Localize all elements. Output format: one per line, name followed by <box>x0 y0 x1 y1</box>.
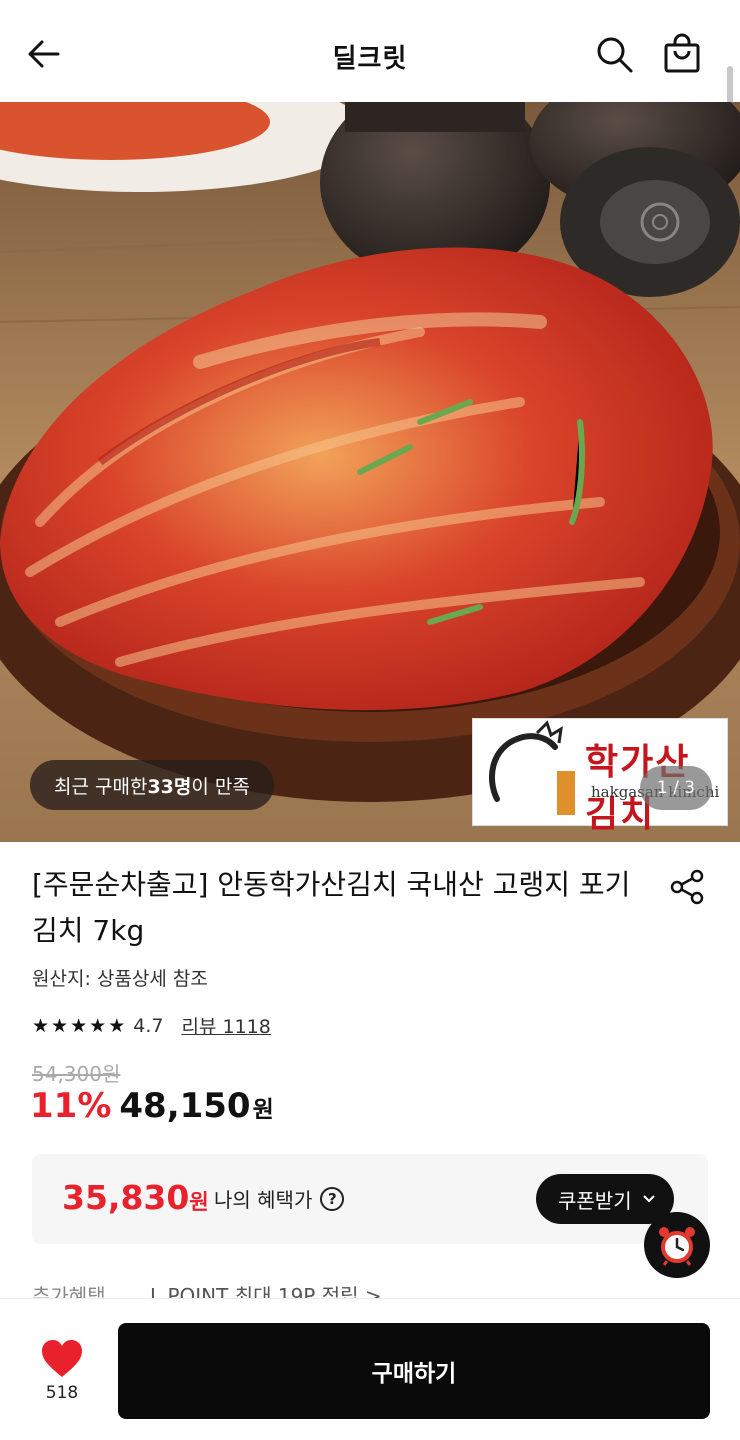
my-benefit-price-box: 35,830원 나의 혜택가 ? 쿠폰받기 <box>32 1154 708 1244</box>
chevron-down-icon <box>642 1195 655 1203</box>
benefit-price: 35,830원 <box>62 1178 209 1217</box>
star-icon: ★ <box>51 1014 69 1037</box>
sale-price: 48,150 <box>119 1086 251 1126</box>
search-icon[interactable] <box>594 34 636 76</box>
satisfaction-prefix: 최근 구매한 <box>54 775 148 798</box>
star-rating: ★ ★ ★ ★ ★ <box>32 1015 125 1037</box>
satisfaction-count: 33명 <box>147 775 192 798</box>
get-coupon-button[interactable]: 쿠폰받기 <box>536 1174 674 1224</box>
satisfaction-suffix: 이 만족 <box>191 775 250 798</box>
top-app-bar: 딜크릿 <box>0 0 740 102</box>
star-icon: ★ <box>89 1014 107 1037</box>
star-icon: ★ <box>108 1014 126 1037</box>
benefit-label-text: 나의 혜택가 <box>214 1188 313 1212</box>
star-icon: ★ <box>32 1014 50 1037</box>
help-icon[interactable]: ? <box>320 1186 345 1211</box>
like-count: 518 <box>45 1383 79 1403</box>
star-icon: ★ <box>70 1014 88 1037</box>
alarm-clock-button[interactable] <box>644 1212 710 1278</box>
review-count-link[interactable]: 리뷰 1118 <box>181 1012 270 1039</box>
recent-satisfaction-badge: 최근 구매한 33명 이 만족 <box>30 760 274 810</box>
benefit-price-currency: 원 <box>189 1190 209 1214</box>
heart-icon[interactable] <box>40 1339 84 1379</box>
shopping-bag-icon[interactable] <box>660 32 704 76</box>
product-title: [주문순차출고] 안동학가산김치 국내산 고랭지 포기김치 7kg <box>32 868 631 947</box>
rating-row: ★ ★ ★ ★ ★ 4.7 리뷰 1118 <box>32 1012 271 1039</box>
discount-rate: 11% <box>30 1086 112 1126</box>
get-coupon-label: 쿠폰받기 <box>558 1188 632 1213</box>
original-price: 54,300원 <box>32 1062 121 1086</box>
brand-rooster-logo-icon <box>488 720 575 815</box>
benefit-label: 나의 혜택가 ? <box>214 1184 345 1213</box>
share-icon[interactable] <box>668 868 706 906</box>
origin-info: 원산지: 상품상세 참조 <box>32 968 208 990</box>
buy-button[interactable]: 구매하기 <box>118 1323 710 1419</box>
rating-value: 4.7 <box>133 1014 164 1037</box>
scrollbar[interactable] <box>727 66 733 106</box>
benefit-price-value: 35,830 <box>62 1178 190 1217</box>
carousel-page-indicator: 1 / 3 <box>640 766 712 810</box>
product-image-carousel[interactable]: 최근 구매한 33명 이 만족 학가산 김치 hakgasan kimchi 1… <box>0 102 740 842</box>
sale-price-currency: 원 <box>252 1097 274 1123</box>
price-row: 11% 48,150 원 <box>30 1086 274 1126</box>
alarm-clock-icon <box>659 1227 695 1266</box>
bottom-action-bar: 518 구매하기 <box>0 1298 740 1440</box>
